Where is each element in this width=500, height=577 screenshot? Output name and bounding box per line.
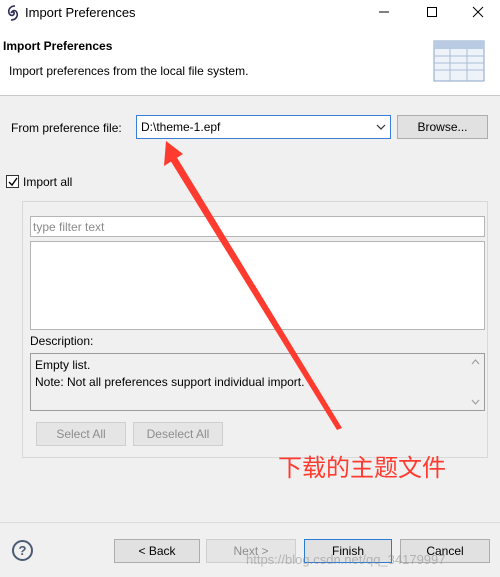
help-button[interactable]: ? xyxy=(12,540,33,561)
footer-separator xyxy=(0,522,500,523)
annotation-text: 下载的主题文件 xyxy=(278,454,446,482)
back-button[interactable]: < Back xyxy=(114,539,200,563)
annotation-arrow xyxy=(164,141,342,430)
watermark: https://blog.csdn.net/qq_34179997 xyxy=(246,552,446,567)
